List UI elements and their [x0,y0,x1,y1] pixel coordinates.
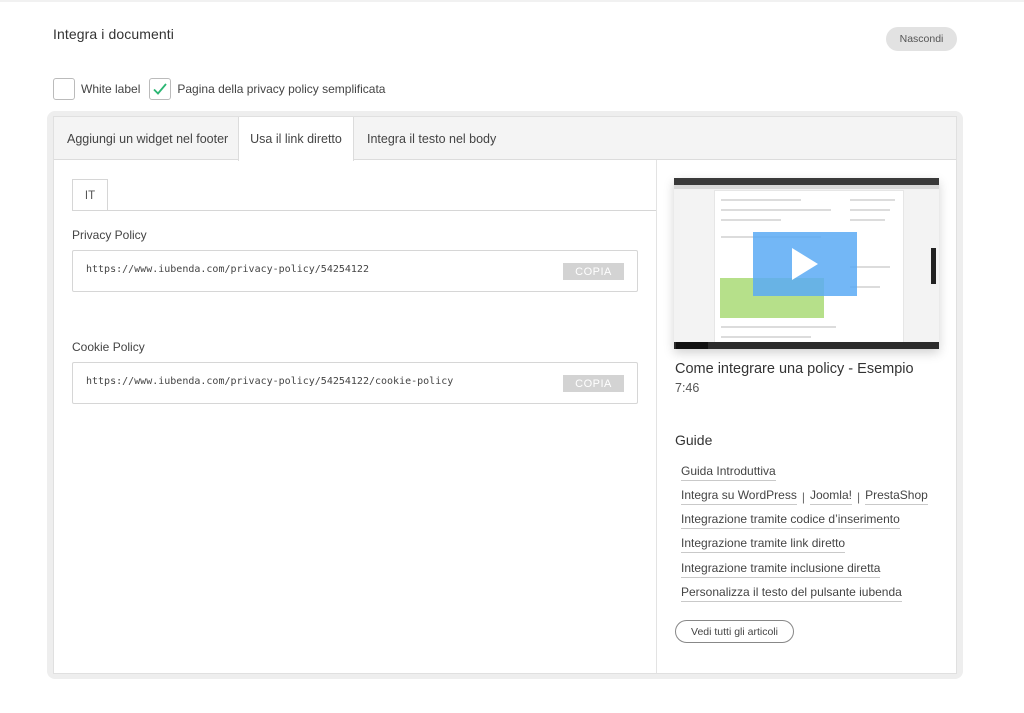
top-divider [0,0,1024,2]
column-divider [656,160,657,673]
white-label-label: White label [81,82,141,96]
privacy-copy-button[interactable]: COPIA [563,263,624,280]
guide-link-inclusione[interactable]: Integrazione tramite inclusione diretta [681,561,881,578]
hide-button[interactable]: Nascondi [886,27,957,51]
privacy-url-box: https://www.iubenda.com/privacy-policy/5… [72,250,638,292]
video-thumbnail[interactable] [674,178,939,349]
cookie-policy-label: Cookie Policy [72,340,145,354]
tab-widget-footer[interactable]: Aggiungi un widget nel footer [54,117,241,160]
video-browser-bar [674,178,939,185]
cookie-url-text[interactable]: https://www.iubenda.com/privacy-policy/5… [86,376,453,387]
video-duration: 7:46 [675,381,700,395]
section-title: Integra i documenti [53,26,174,42]
white-label-checkbox[interactable] [53,78,75,100]
integration-card: Aggiungi un widget nel footer Usa il lin… [53,116,957,674]
guide-link-pulsante[interactable]: Personalizza il testo del pulsante iuben… [681,585,902,602]
separator: | [856,489,861,504]
checkmark-icon [153,83,168,95]
play-icon[interactable] [792,248,818,280]
guide-link-prestashop[interactable]: PrestaShop [865,488,928,505]
guide-link-joomla[interactable]: Joomla! [809,488,852,505]
video-chip [676,342,708,349]
language-tab-it[interactable]: IT [72,179,108,211]
guide-link-direct[interactable]: Integrazione tramite link diretto [681,536,846,553]
see-all-articles-button[interactable]: Vedi tutti gli articoli [675,620,794,643]
tab-bar: Aggiungi un widget nel footer Usa il lin… [54,117,956,161]
privacy-simplified-checkbox[interactable] [149,78,172,100]
integration-panel: Aggiungi un widget nel footer Usa il lin… [47,111,963,679]
guides-title: Guide [675,432,713,448]
cookie-url-box: https://www.iubenda.com/privacy-policy/5… [72,362,638,404]
video-side-tab [931,248,936,284]
privacy-simplified-label: Pagina della privacy policy semplificata [177,82,386,96]
tab-body-text[interactable]: Integra il testo nel body [354,117,509,160]
cookie-copy-button[interactable]: COPIA [563,375,624,392]
privacy-policy-label: Privacy Policy [72,228,147,242]
separator: | [801,489,805,504]
guide-link-intro[interactable]: Guida Introduttiva [681,464,776,481]
options-row: White label Pagina della privacy policy … [53,78,394,100]
guide-link-codice[interactable]: Integrazione tramite codice d’inseriment… [681,512,900,529]
privacy-url-text[interactable]: https://www.iubenda.com/privacy-policy/5… [86,264,369,275]
language-tab-underline [72,210,656,211]
video-title: Come integrare una policy - Esempio [675,361,914,377]
guide-row-platforms: Integra su WordPress | Joomla! | PrestaS… [681,488,928,505]
tab-direct-link[interactable]: Usa il link diretto [238,117,354,161]
video-bottom-bar [674,342,939,349]
guide-link-wordpress[interactable]: Integra su WordPress [681,488,797,505]
video-browser-tabs [674,185,939,189]
